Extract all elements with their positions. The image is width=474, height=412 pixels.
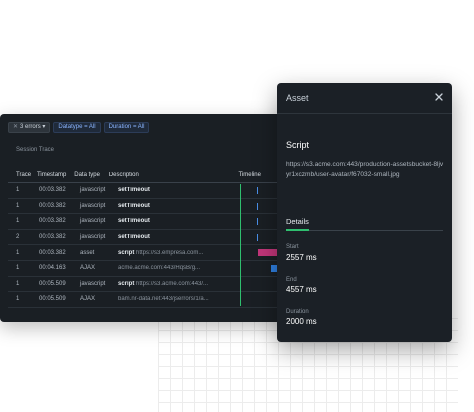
asset-url: https://s3.acme.com:443/production-asset… [286,161,444,178]
timeline-tick [257,233,258,241]
cell-description: setTimeout [118,187,233,193]
cell-trace: 1 [16,249,20,256]
cell-trace: 1 [16,280,20,287]
asset-timeline-bar[interactable] [258,249,277,257]
table-row[interactable]: 1 00:03.382 javascript setTimeout [8,183,284,199]
table-row[interactable]: 1 00:03.382 asset script https://s3.empr… [8,245,284,261]
session-trace-title: Session Trace [16,147,55,153]
description-name: script [118,249,135,256]
col-header-trace[interactable]: Trace [8,172,37,178]
description-url: https://s3.empresa.com... [136,249,204,256]
cell-data-type: javascript [80,187,106,194]
timeline-tick [257,218,258,226]
cell-trace: 1 [16,187,20,194]
cell-description: bam.nr-data.net:443/jserrors/1/a... [118,296,233,302]
end-value: 4557 ms [286,285,317,294]
duration-filter-chip[interactable]: Duration = All [103,122,150,133]
description-url: acme.acme.com:443/HqsB/g... [118,265,201,272]
description-url: bam.nr-data.net:443/jserrors/1/a... [118,296,209,303]
cell-data-type: javascript [80,280,106,287]
cell-description: script https://s3.empresa.com... [118,250,233,256]
errors-filter-label: 3 errors [20,124,41,130]
cell-timestamp: 00:03.382 [39,187,66,194]
description-name: setTimeout [118,202,150,209]
duration-value: 2000 ms [286,317,317,326]
cell-timestamp: 00:05.509 [39,296,66,303]
table-row[interactable]: 1 00:03.382 javascript setTimeout [8,214,284,230]
filter-bar: ✕ 3 errors ▾ Datatype = All Duration = Al… [8,122,150,133]
cell-trace: 1 [16,265,20,272]
trace-table: Trace Timestamp Data type Description Ti… [8,168,284,308]
timeline-marker-line [240,184,241,306]
description-name: setTimeout [118,234,150,241]
cell-timestamp: 00:03.382 [39,202,66,209]
cell-data-type: asset [80,249,95,256]
chevron-down-icon: ▾ [42,124,46,130]
start-value: 2557 ms [286,253,317,262]
cell-timestamp: 00:03.382 [39,218,66,225]
cell-description: setTimeout [118,203,233,209]
cell-timestamp: 00:03.382 [39,249,66,256]
description-name: script [118,280,135,287]
cell-description: setTimeout [118,218,233,224]
tab-active-indicator [286,229,309,231]
description-name: setTimeout [118,187,150,194]
cell-timestamp: 00:03.382 [39,234,66,241]
col-header-data-type[interactable]: Data type [74,172,109,178]
asset-panel-title: Asset [286,93,309,103]
cell-data-type: javascript [80,218,106,225]
asset-type-heading: Script [286,140,310,150]
remove-filter-icon[interactable]: ✕ [13,124,18,130]
table-row[interactable]: 1 00:03.382 javascript setTimeout [8,199,284,215]
table-row[interactable]: 1 00:05.509 javascript script https://s3… [8,277,284,293]
description-name: setTimeout [118,218,150,225]
cell-data-type: javascript [80,234,106,241]
cell-description: script https://s3.acme.com:443/... [118,281,233,287]
timeline-tick [257,187,258,194]
duration-label: Duration [286,309,309,315]
cell-description: acme.acme.com:443/HqsB/g... [118,265,233,271]
description-url: https://s3.acme.com:443/... [136,280,209,287]
asset-panel-header: Asset [277,83,452,114]
col-header-description[interactable]: Description [109,172,214,178]
col-header-timestamp[interactable]: Timestamp [37,172,74,178]
cell-data-type: javascript [80,202,106,209]
cell-timestamp: 00:05.509 [39,280,66,287]
datatype-filter-chip[interactable]: Datatype = All [53,122,101,133]
table-row[interactable]: 2 00:03.382 javascript setTimeout [8,230,284,246]
cell-description: setTimeout [118,234,233,240]
asset-detail-panel: Asset Script https://s3.acme.com:443/pro… [277,83,452,342]
cell-trace: 1 [16,218,20,225]
cell-trace: 2 [16,234,20,241]
cell-data-type: AJAX [80,296,96,303]
col-header-timeline[interactable]: Timeline [213,172,284,178]
tab-divider [286,230,443,231]
table-row[interactable]: 1 00:04.163 AJAX acme.acme.com:443/HqsB/… [8,261,284,277]
cell-trace: 1 [16,202,20,209]
table-header-row: Trace Timestamp Data type Description Ti… [8,168,284,183]
close-icon[interactable] [433,91,445,103]
errors-filter-chip[interactable]: ✕ 3 errors ▾ [8,122,51,133]
table-row[interactable]: 1 00:05.509 AJAX bam.nr-data.net:443/jse… [8,292,284,308]
tab-details[interactable]: Details [286,217,309,226]
cell-data-type: AJAX [80,265,96,272]
start-label: Start [286,244,299,250]
timeline-tick [257,202,258,210]
end-label: End [286,277,297,283]
cell-trace: 1 [16,296,20,303]
cell-timestamp: 00:04.163 [39,265,66,272]
